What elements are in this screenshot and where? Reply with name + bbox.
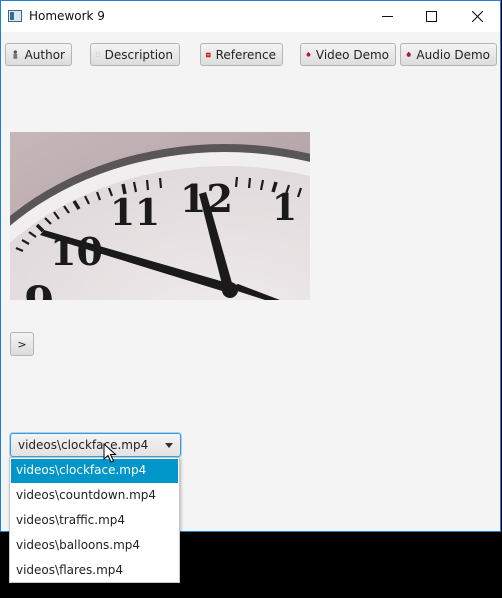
chevron-down-icon	[165, 443, 173, 448]
pdf-icon	[206, 52, 211, 57]
dropdown-option[interactable]: videos\flares.mp4	[11, 559, 178, 583]
next-button[interactable]: >	[10, 332, 34, 356]
video-demo-button[interactable]: Video Demo	[300, 43, 396, 66]
bug-icon	[406, 52, 411, 57]
close-icon	[471, 11, 483, 22]
maximize-icon	[425, 11, 437, 22]
video-demo-button-label: Video Demo	[315, 47, 389, 62]
description-button-label: Description	[104, 47, 173, 62]
dropdown-option[interactable]: videos\clockface.mp4	[11, 459, 178, 483]
reference-button-label: Reference	[215, 47, 276, 62]
video-select-dropdown: videos\clockface.mp4 videos\countdown.mp…	[9, 457, 180, 583]
description-button[interactable]: Description	[90, 43, 180, 66]
minimize-button[interactable]	[364, 1, 410, 32]
clock-face-image: 12 11 10 1 9	[10, 132, 310, 300]
video-select-value: videos\clockface.mp4	[18, 438, 149, 452]
author-button[interactable]: Author	[5, 43, 72, 66]
audio-demo-button-label: Audio Demo	[416, 47, 490, 62]
dropdown-option[interactable]: videos\balloons.mp4	[11, 534, 178, 558]
title-bar[interactable]: Homework 9	[1, 1, 500, 32]
bug-icon	[306, 52, 311, 57]
app-window: Homework 9 Author Description Reference …	[0, 0, 501, 532]
author-button-label: Author	[24, 47, 65, 62]
mouse-cursor-icon	[103, 443, 117, 463]
dropdown-option[interactable]: videos\traffic.mp4	[11, 509, 178, 533]
window-title: Homework 9	[29, 9, 105, 23]
maximize-button[interactable]	[408, 1, 454, 32]
close-button[interactable]	[454, 1, 500, 32]
minimize-icon	[381, 16, 393, 17]
reference-button[interactable]: Reference	[200, 43, 283, 66]
numeral-9: 9	[24, 278, 55, 300]
numeral-1: 1	[272, 187, 297, 229]
document-icon	[96, 52, 100, 57]
video-select[interactable]: videos\clockface.mp4	[10, 433, 181, 457]
person-icon	[13, 50, 18, 59]
numeral-11: 11	[110, 192, 160, 234]
next-button-label: >	[17, 337, 27, 351]
app-icon	[8, 10, 22, 22]
audio-demo-button[interactable]: Audio Demo	[400, 43, 497, 66]
dropdown-option[interactable]: videos\countdown.mp4	[11, 484, 178, 508]
